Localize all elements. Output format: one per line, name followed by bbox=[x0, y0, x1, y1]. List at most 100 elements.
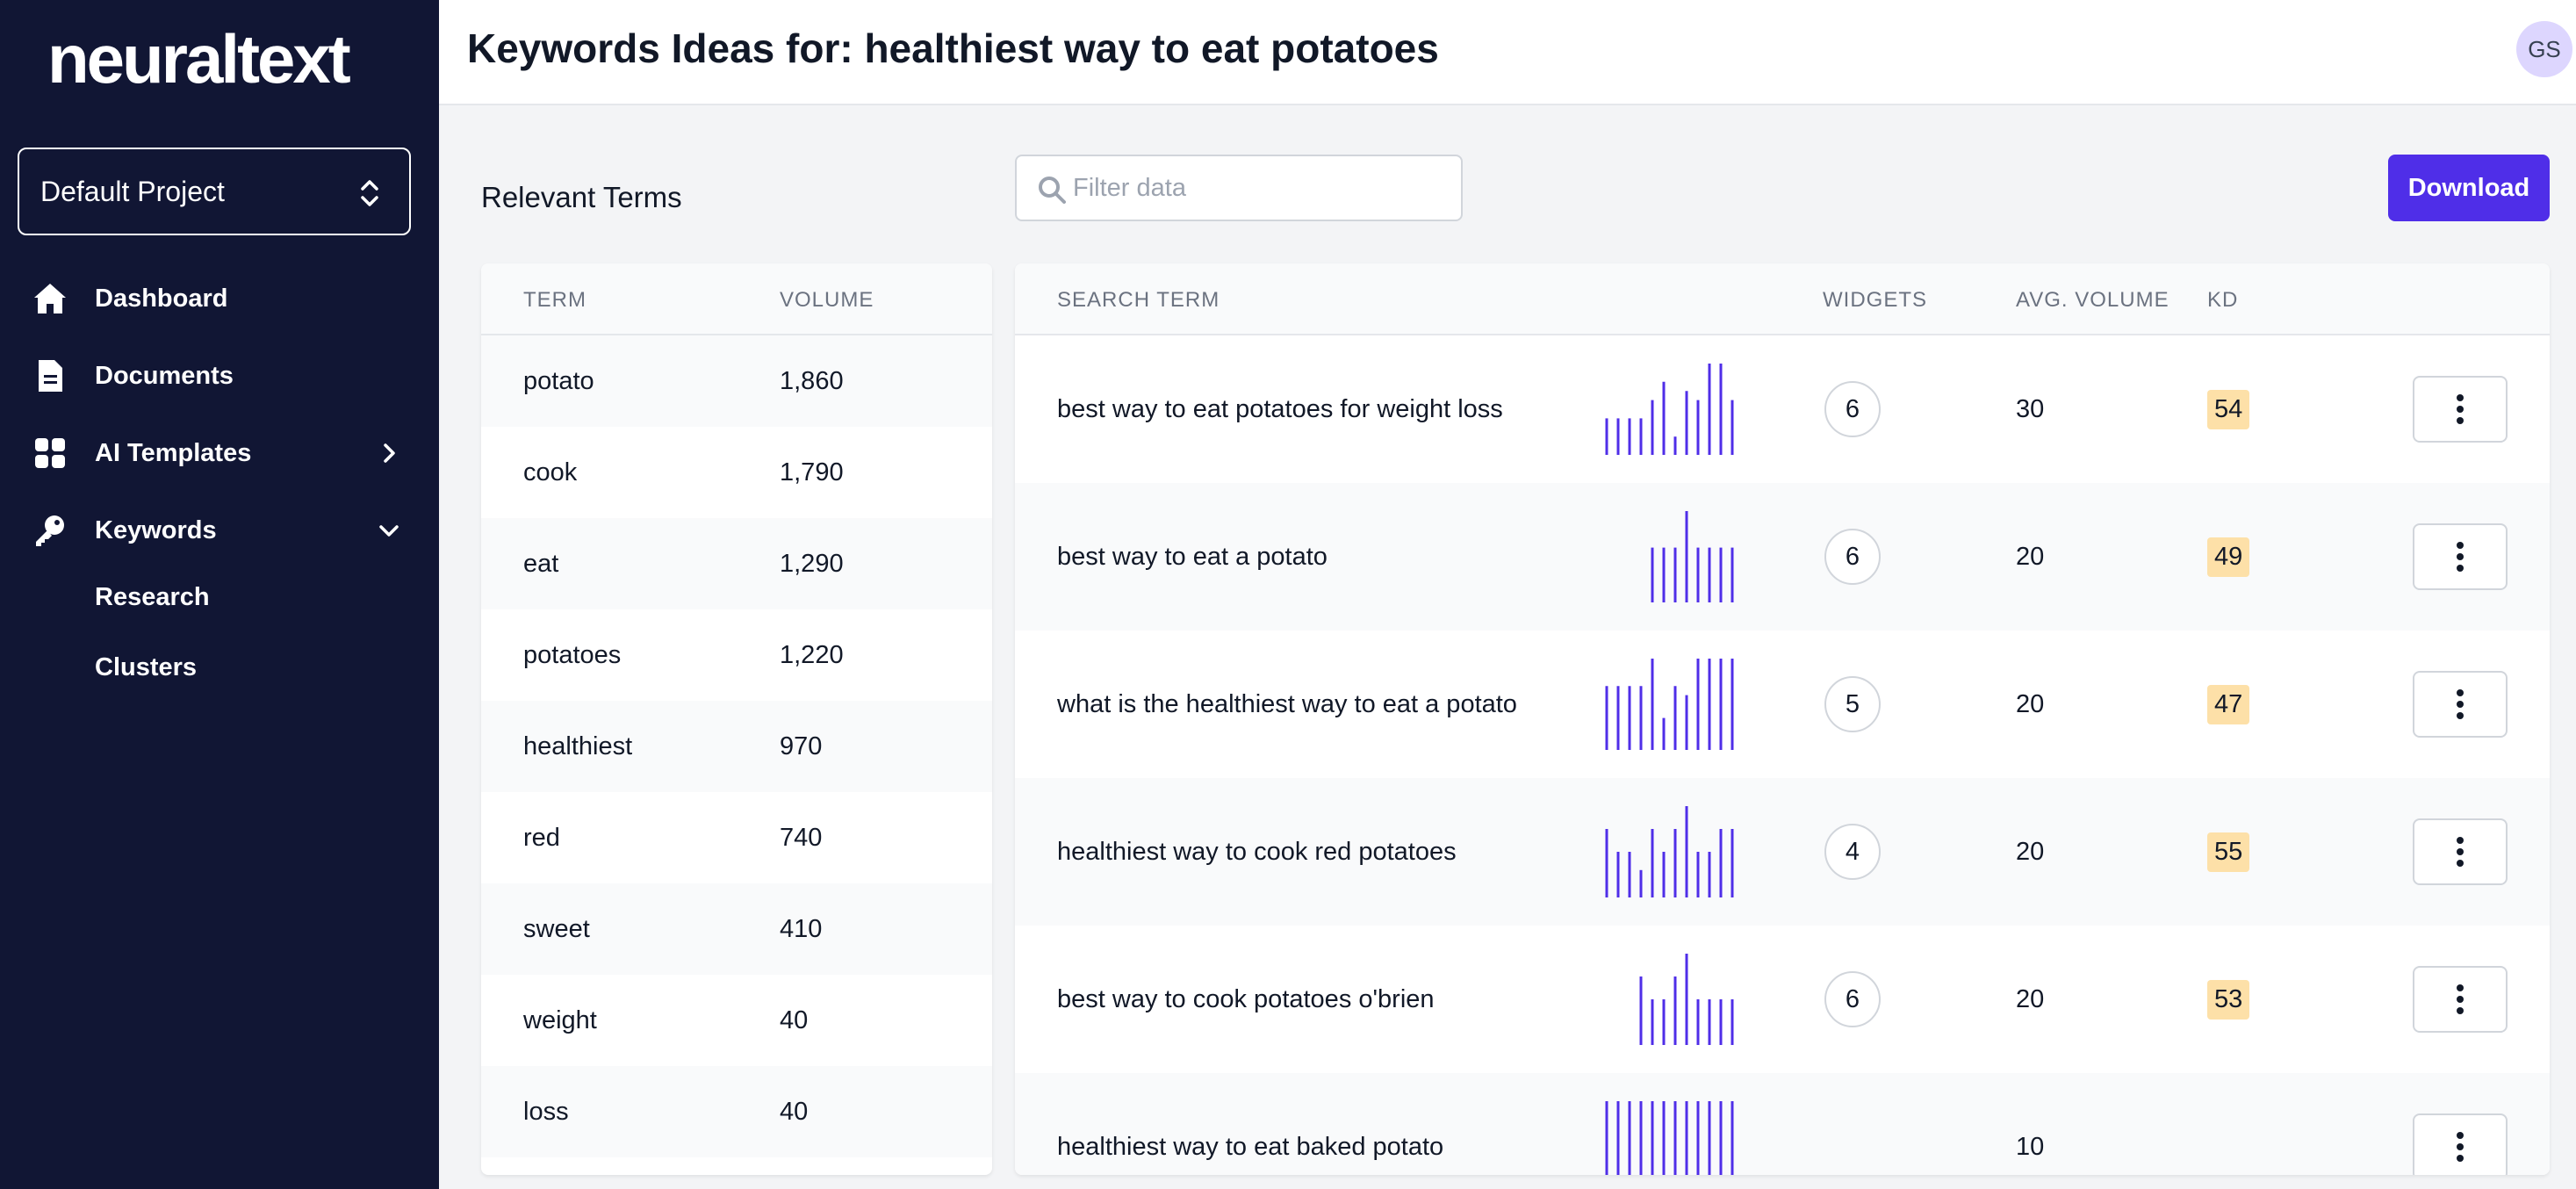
volume-cell: 40 bbox=[780, 1005, 809, 1034]
avg-volume-cell: 20 bbox=[2016, 689, 2045, 718]
sidebar-item-dashboard[interactable]: Dashboard bbox=[32, 272, 409, 325]
trend-sparkline bbox=[1601, 335, 1742, 483]
kd-badge: 55 bbox=[2207, 832, 2250, 872]
sparkline-chart bbox=[1605, 364, 1734, 455]
table-row: weight 40 bbox=[481, 975, 992, 1066]
table-header: SEARCH TERM WIDGETS AVG. VOLUME KD bbox=[1015, 263, 2550, 335]
sidebar-subitem-research[interactable]: Research bbox=[95, 575, 210, 619]
column-header-term[interactable]: TERM bbox=[523, 288, 586, 313]
avg-volume-cell: 20 bbox=[2016, 984, 2045, 1013]
avg-volume-cell: 20 bbox=[2016, 837, 2045, 866]
column-header-widgets[interactable]: WIDGETS bbox=[1823, 288, 1927, 313]
term-cell: loss bbox=[523, 1097, 569, 1126]
row-menu-button[interactable] bbox=[2413, 1113, 2508, 1175]
trend-sparkline bbox=[1601, 483, 1742, 631]
table-row[interactable]: best way to eat a potato 6 20 49 bbox=[1015, 483, 2550, 631]
row-menu-button[interactable] bbox=[2413, 966, 2508, 1033]
term-cell: healthiest bbox=[523, 731, 633, 760]
column-header-search-term[interactable]: SEARCH TERM bbox=[1057, 288, 1220, 313]
app-logo[interactable]: neuraltext bbox=[47, 19, 351, 99]
kd-badge: 53 bbox=[2207, 979, 2250, 1020]
row-menu-button[interactable] bbox=[2413, 671, 2508, 738]
row-actions-cell bbox=[2413, 335, 2508, 483]
table-body: best way to eat potatoes for weight loss… bbox=[1015, 335, 2550, 1175]
sidebar-item-label: AI Templates bbox=[95, 438, 252, 467]
column-header-kd[interactable]: KD bbox=[2207, 288, 2238, 313]
avatar[interactable]: GS bbox=[2516, 21, 2572, 77]
volume-cell: 1,220 bbox=[780, 640, 844, 669]
table-row[interactable]: what is the healthiest way to eat a pota… bbox=[1015, 631, 2550, 778]
project-select[interactable]: Default Project bbox=[18, 148, 411, 235]
sidebar-item-ai-templates[interactable]: AI Templates bbox=[32, 427, 409, 479]
table-row[interactable]: healthiest way to cook red potatoes 4 20 55 bbox=[1015, 778, 2550, 926]
kd-cell: 53 bbox=[2207, 926, 2250, 1073]
kd-badge: 49 bbox=[2207, 537, 2250, 577]
avg-volume-cell: 10 bbox=[2016, 1132, 2045, 1161]
volume-cell: 970 bbox=[780, 731, 823, 760]
sidebar-item-keywords[interactable]: Keywords bbox=[32, 504, 409, 557]
widgets-count-badge: 5 bbox=[1824, 676, 1881, 732]
kd-cell: 49 bbox=[2207, 483, 2250, 631]
key-icon bbox=[32, 512, 68, 549]
avg-volume-cell: 30 bbox=[2016, 394, 2045, 423]
term-cell: red bbox=[523, 823, 560, 852]
table-row: healthiest 970 bbox=[481, 701, 992, 792]
filter-input[interactable] bbox=[1073, 173, 1442, 203]
trend-sparkline bbox=[1601, 778, 1742, 926]
filter-field[interactable] bbox=[1015, 155, 1463, 221]
sparkline-chart bbox=[1605, 659, 1734, 750]
kd-cell: 47 bbox=[2207, 631, 2250, 778]
home-icon bbox=[32, 280, 68, 317]
vertical-dots-icon bbox=[2457, 984, 2464, 1014]
widgets-count-badge: 4 bbox=[1824, 824, 1881, 880]
avg-volume-cell: 20 bbox=[2016, 542, 2045, 571]
volume-cell: 1,790 bbox=[780, 458, 844, 486]
widgets-count-badge: 6 bbox=[1824, 529, 1881, 585]
relevant-terms-table: TERM VOLUME potato 1,860 cook 1,790 eat 1,290… bbox=[481, 263, 992, 1175]
widgets-cell: 6 bbox=[1824, 335, 1881, 483]
sidebar-subitem-clusters[interactable]: Clusters bbox=[95, 645, 197, 689]
trend-sparkline bbox=[1601, 1073, 1742, 1175]
term-cell: sweet bbox=[523, 914, 590, 943]
term-cell: eat bbox=[523, 549, 559, 578]
search-term-cell[interactable]: healthiest way to cook red potatoes bbox=[1057, 778, 1457, 926]
table-row[interactable]: healthiest way to eat baked potato 10 bbox=[1015, 1073, 2550, 1175]
kd-badge: 54 bbox=[2207, 389, 2250, 429]
search-term-cell[interactable]: best way to eat potatoes for weight loss bbox=[1057, 335, 1503, 483]
search-term-cell[interactable]: best way to eat a potato bbox=[1057, 483, 1328, 631]
table-row[interactable]: best way to cook potatoes o'brien 6 20 53 bbox=[1015, 926, 2550, 1073]
document-icon bbox=[32, 357, 68, 394]
sparkline-chart bbox=[1639, 954, 1734, 1045]
sidebar-item-label: Documents bbox=[95, 361, 234, 390]
page-title: Keywords Ideas for: healthiest way to ea… bbox=[467, 25, 1439, 71]
widgets-cell: 6 bbox=[1824, 926, 1881, 1073]
column-header-avg-volume[interactable]: AVG. VOLUME bbox=[2016, 288, 2169, 313]
trend-sparkline bbox=[1601, 631, 1742, 778]
search-term-cell[interactable]: healthiest way to eat baked potato bbox=[1057, 1073, 1443, 1175]
search-term-cell[interactable]: what is the healthiest way to eat a pota… bbox=[1057, 631, 1517, 778]
volume-cell: 740 bbox=[780, 823, 823, 852]
widgets-count-badge: 6 bbox=[1824, 381, 1881, 437]
chevron-up-down-icon bbox=[361, 180, 378, 206]
sidebar-item-documents[interactable]: Documents bbox=[32, 349, 409, 402]
table-row: sweet 410 bbox=[481, 883, 992, 975]
section-label-relevant-terms: Relevant Terms bbox=[481, 181, 682, 213]
table-row[interactable]: best way to eat potatoes for weight loss… bbox=[1015, 335, 2550, 483]
download-button[interactable]: Download bbox=[2388, 155, 2550, 221]
vertical-dots-icon bbox=[2457, 837, 2464, 867]
row-actions-cell bbox=[2413, 483, 2508, 631]
row-menu-button[interactable] bbox=[2413, 376, 2508, 443]
search-term-cell[interactable]: best way to cook potatoes o'brien bbox=[1057, 926, 1435, 1073]
row-menu-button[interactable] bbox=[2413, 523, 2508, 590]
term-cell: potato bbox=[523, 366, 594, 395]
row-actions-cell bbox=[2413, 778, 2508, 926]
table-row: potatoes 1,220 bbox=[481, 609, 992, 701]
widgets-cell: 6 bbox=[1824, 483, 1881, 631]
column-header-volume[interactable]: VOLUME bbox=[780, 288, 874, 313]
row-menu-button[interactable] bbox=[2413, 818, 2508, 885]
kd-cell: 54 bbox=[2207, 335, 2250, 483]
table-header: TERM VOLUME bbox=[481, 263, 992, 335]
keyword-ideas-table: SEARCH TERM WIDGETS AVG. VOLUME KD best … bbox=[1015, 263, 2550, 1175]
table-row: red 740 bbox=[481, 792, 992, 883]
term-cell: cook bbox=[523, 458, 578, 486]
